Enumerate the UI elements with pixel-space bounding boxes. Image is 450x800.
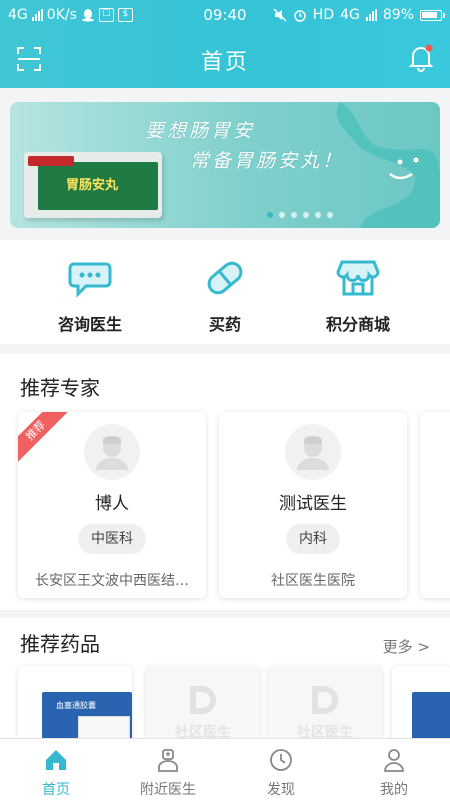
doctor-card[interactable]: 推荐 博人 中医科 长安区王文波中西医结…	[18, 412, 206, 598]
alarm-icon	[294, 10, 306, 22]
tab-profile[interactable]: 我的	[338, 739, 450, 800]
banner-line2: 常备胃肠安丸！	[190, 150, 345, 172]
tab-home[interactable]: 首页	[0, 739, 112, 800]
doctor-name: 测试医生	[279, 494, 347, 514]
placeholder-logo-icon	[190, 686, 216, 714]
drug-package-image	[412, 692, 450, 740]
more-drugs-link[interactable]: 更多 >	[383, 636, 430, 657]
doctor-department: 中医科	[78, 524, 146, 554]
tab-nearby-doctors[interactable]: 附近医生	[112, 739, 224, 800]
doctor-avatar-icon	[297, 436, 329, 470]
buy-medicine-button[interactable]: 买药	[150, 240, 300, 344]
signal-icon-2	[365, 9, 377, 21]
avatar	[84, 424, 140, 480]
hd-indicator: HD	[312, 7, 335, 23]
tab-profile-label: 我的	[380, 782, 408, 798]
discover-icon	[270, 749, 292, 771]
doctor-department: 内科	[286, 524, 340, 554]
drug-pack-label: 血塞通胶囊	[56, 701, 96, 710]
banner-line1: 要想肠胃安	[145, 120, 256, 142]
placeholder-logo-icon	[312, 686, 338, 714]
mute-icon	[273, 8, 287, 22]
doctor-hospital: 长安区王文波中西医结…	[35, 573, 189, 589]
tab-home-label: 首页	[42, 782, 70, 798]
carousel-indicator	[10, 212, 440, 218]
drug-card-partial[interactable]	[392, 666, 450, 746]
drugs-section-title: 推荐药品	[20, 632, 100, 656]
doctor-name: 博人	[95, 494, 129, 514]
recommended-drugs-section: 推荐药品 更多 > 血塞通胶囊 社区医生 社区医生	[0, 618, 450, 746]
recommended-doctors-section: 推荐专家 推荐 博人 中医科 长安区王文波中西医结… 测试医生 内科 社区医生医…	[0, 354, 450, 610]
doctor-hospital: 社区医生医院	[271, 573, 355, 589]
notification-bell-icon[interactable]	[408, 44, 434, 72]
product-label: 胃肠安丸	[66, 178, 119, 193]
page-title: 首页	[200, 50, 249, 75]
drug-card[interactable]: 血塞通胶囊	[18, 666, 132, 746]
profile-icon	[384, 749, 404, 772]
status-bar: 4G 0K/s ☐ $ 09:40 HD 4G 89%	[0, 0, 450, 32]
drug-card[interactable]: 社区医生	[146, 666, 260, 746]
bottom-tab-bar: 首页 附近医生 发现 我的	[0, 738, 450, 800]
consult-doctor-button[interactable]: 咨询医生	[15, 240, 165, 344]
pill-icon	[207, 261, 243, 295]
tab-discover-label: 发现	[267, 782, 295, 798]
chat-icon	[68, 262, 112, 298]
battery-percent: 89%	[382, 7, 414, 23]
doctor-card[interactable]: 测试医生 内科 社区医生医院	[219, 412, 407, 598]
tab-discover[interactable]: 发现	[225, 739, 337, 800]
app-header: 首页	[0, 32, 450, 88]
consult-doctor-label: 咨询医生	[57, 315, 122, 334]
top-bar: 4G 0K/s ☐ $ 09:40 HD 4G 89% 首页	[0, 0, 450, 88]
promo-banner[interactable]: 要想肠胃安 常备胃肠安丸！ 胃肠安丸	[10, 102, 440, 228]
doctor-icon	[158, 749, 178, 772]
tab-nearby-label: 附近医生	[140, 782, 196, 798]
drug-card[interactable]: 社区医生	[268, 666, 382, 746]
avatar	[285, 424, 341, 480]
points-mall-label: 积分商城	[325, 315, 390, 334]
doctors-section-title: 推荐专家	[20, 376, 100, 400]
product-box-image: 胃肠安丸	[24, 152, 162, 218]
doctor-card-partial[interactable]	[420, 412, 450, 598]
doctor-avatar-icon	[96, 436, 128, 470]
hd-network: 4G	[340, 7, 360, 23]
quick-actions: 咨询医生 买药 积分商城	[0, 240, 450, 344]
home-icon	[46, 750, 66, 770]
battery-icon	[420, 9, 445, 21]
buy-medicine-label: 买药	[208, 315, 241, 334]
points-mall-button[interactable]: 积分商城	[283, 240, 433, 344]
recommend-ribbon: 推荐	[18, 412, 71, 466]
shop-icon	[336, 260, 380, 296]
